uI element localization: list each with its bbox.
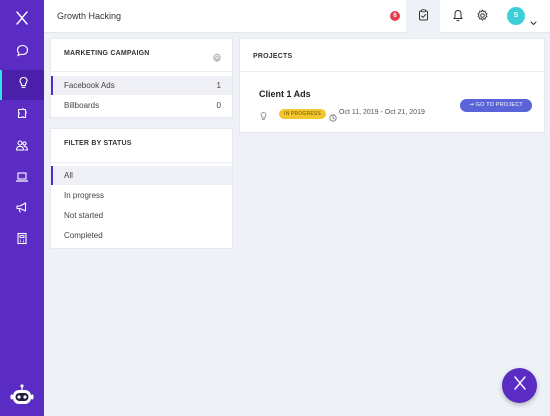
clock-icon [329, 109, 337, 127]
people-icon [15, 139, 29, 157]
clipboard-check-icon [418, 8, 429, 26]
sidebar-item-chat[interactable] [0, 38, 44, 68]
filter-by-status-title: FILTER BY STATUS [64, 140, 132, 147]
lightbulb-icon [17, 76, 30, 94]
user-avatar[interactable]: S [507, 7, 525, 25]
bell-icon[interactable] [452, 9, 464, 27]
go-to-project-label: GO TO PROJECT [475, 102, 523, 108]
settings-gear-icon[interactable] [476, 9, 489, 27]
app-logo-icon[interactable] [0, 0, 44, 36]
notification-count-badge[interactable]: 6 [390, 11, 400, 21]
go-to-project-button[interactable]: ⇥ GO TO PROJECT [460, 99, 532, 112]
sidebar-item-devices[interactable] [0, 164, 44, 194]
marketing-campaign-panel: MARKETING CAMPAIGN Facebook Ads 1 Billbo… [50, 38, 233, 118]
sidebar [0, 0, 44, 416]
sidebar-item-team[interactable] [0, 133, 44, 163]
calculator-icon [16, 232, 28, 250]
status-filter-label: All [64, 171, 73, 180]
chat-icon [16, 44, 29, 62]
app-logo-icon [513, 376, 527, 395]
megaphone-icon [15, 201, 29, 219]
filter-by-status-panel: FILTER BY STATUS All In progress Not sta… [50, 128, 233, 249]
robot-assistant-icon[interactable] [9, 382, 35, 408]
campaign-item-facebook-ads[interactable]: Facebook Ads 1 [51, 76, 232, 95]
campaign-settings-icon[interactable] [212, 50, 222, 68]
divider [240, 71, 544, 72]
marketing-campaign-title: MARKETING CAMPAIGN [64, 50, 150, 57]
status-filter-all[interactable]: All [51, 166, 232, 185]
laptop-icon [15, 170, 29, 188]
projects-title: PROJECTS [253, 53, 293, 60]
page-title: Growth Hacking [57, 11, 122, 21]
project-date-range: Oct 11, 2019 - Oct 21, 2019 [339, 109, 425, 116]
campaign-item-billboards[interactable]: Billboards 0 [51, 96, 232, 115]
top-bar: Growth Hacking 6 S [44, 0, 550, 33]
sidebar-item-ideas[interactable] [0, 70, 44, 100]
divider [51, 162, 232, 163]
status-badge: IN PROGRESS [279, 109, 326, 119]
status-filter-in-progress[interactable]: In progress [51, 186, 232, 205]
divider [51, 71, 232, 72]
campaign-count: 1 [216, 81, 221, 90]
status-filter-label: In progress [64, 191, 105, 200]
campaign-label: Facebook Ads [64, 81, 115, 90]
tasks-button[interactable] [406, 0, 440, 33]
status-filter-not-started[interactable]: Not started [51, 206, 232, 225]
status-filter-label: Completed [64, 231, 103, 240]
projects-panel: PROJECTS Client 1 Ads IN PROGRESS Oct 11… [239, 38, 545, 133]
app-menu-fab[interactable] [502, 368, 537, 403]
puzzle-icon [16, 107, 29, 125]
campaign-label: Billboards [64, 101, 100, 110]
sidebar-item-calculator[interactable] [0, 226, 44, 256]
campaign-count: 0 [216, 101, 221, 110]
chevron-down-icon[interactable] [530, 13, 537, 31]
sidebar-item-campaigns[interactable] [0, 195, 44, 225]
status-filter-completed[interactable]: Completed [51, 226, 232, 245]
project-name[interactable]: Client 1 Ads [259, 89, 311, 99]
lightbulb-icon [259, 108, 268, 126]
sidebar-item-integrations[interactable] [0, 101, 44, 131]
status-filter-label: Not started [64, 211, 104, 220]
